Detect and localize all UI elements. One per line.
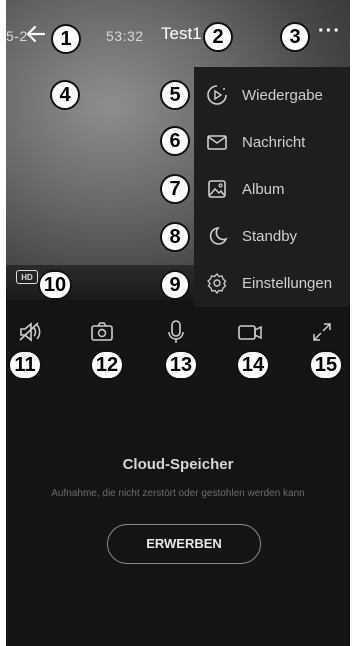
marker-9: 9 — [160, 270, 190, 300]
menu-label-standby: Standby — [242, 227, 298, 245]
mail-icon — [207, 135, 227, 150]
page-title: Test1 — [161, 24, 202, 43]
moon-icon — [209, 227, 228, 245]
hd-badge[interactable]: HD — [16, 270, 38, 284]
menu-item-message[interactable]: Nachricht — [194, 122, 350, 162]
marker-10: 10 — [38, 270, 72, 300]
menu-label-album: Album — [242, 180, 285, 198]
marker-5: 5 — [160, 80, 190, 110]
cloud-title: Cloud-Speicher — [122, 456, 234, 473]
marker-3: 3 — [280, 22, 310, 52]
marker-2: 2 — [203, 22, 233, 52]
marker-8: 8 — [160, 222, 190, 252]
buy-button[interactable]: ERWERBEN — [107, 524, 261, 564]
back-button[interactable] — [24, 22, 48, 46]
more-button[interactable]: ··· — [318, 20, 341, 43]
menu-item-settings[interactable]: Einstellungen — [194, 263, 350, 303]
marker-13: 13 — [164, 350, 198, 380]
record-icon[interactable] — [236, 318, 264, 346]
gear-icon — [207, 273, 227, 294]
marker-7: 7 — [160, 174, 190, 204]
marker-6: 6 — [160, 126, 190, 156]
menu-item-playback[interactable]: Wiedergabe — [194, 75, 350, 115]
timestamp-end: 53:32 — [106, 28, 144, 44]
dropdown-menu: Wiedergabe Nachricht Album Standby Einst… — [194, 67, 350, 307]
marker-1: 1 — [51, 24, 81, 54]
marker-11: 11 — [8, 350, 42, 380]
marker-14: 14 — [236, 350, 270, 380]
image-icon — [208, 180, 226, 198]
menu-label-settings: Einstellungen — [242, 274, 333, 292]
menu-item-standby[interactable]: Standby — [194, 216, 350, 256]
microphone-icon[interactable] — [162, 318, 190, 346]
arrow-left-icon — [26, 25, 46, 43]
menu-item-album[interactable]: Album — [194, 169, 350, 209]
cloud-subtitle: Aufnahme, die nicht zerstört oder gestoh… — [51, 488, 305, 499]
mute-icon[interactable] — [16, 318, 44, 346]
fullscreen-icon[interactable] — [308, 318, 336, 346]
menu-label-message: Nachricht — [242, 133, 306, 151]
marker-4: 4 — [50, 80, 80, 110]
playback-icon — [207, 85, 227, 105]
snapshot-icon[interactable] — [88, 318, 116, 346]
marker-12: 12 — [90, 350, 124, 380]
menu-label-playback: Wiedergabe — [242, 86, 323, 104]
marker-15: 15 — [309, 350, 343, 380]
